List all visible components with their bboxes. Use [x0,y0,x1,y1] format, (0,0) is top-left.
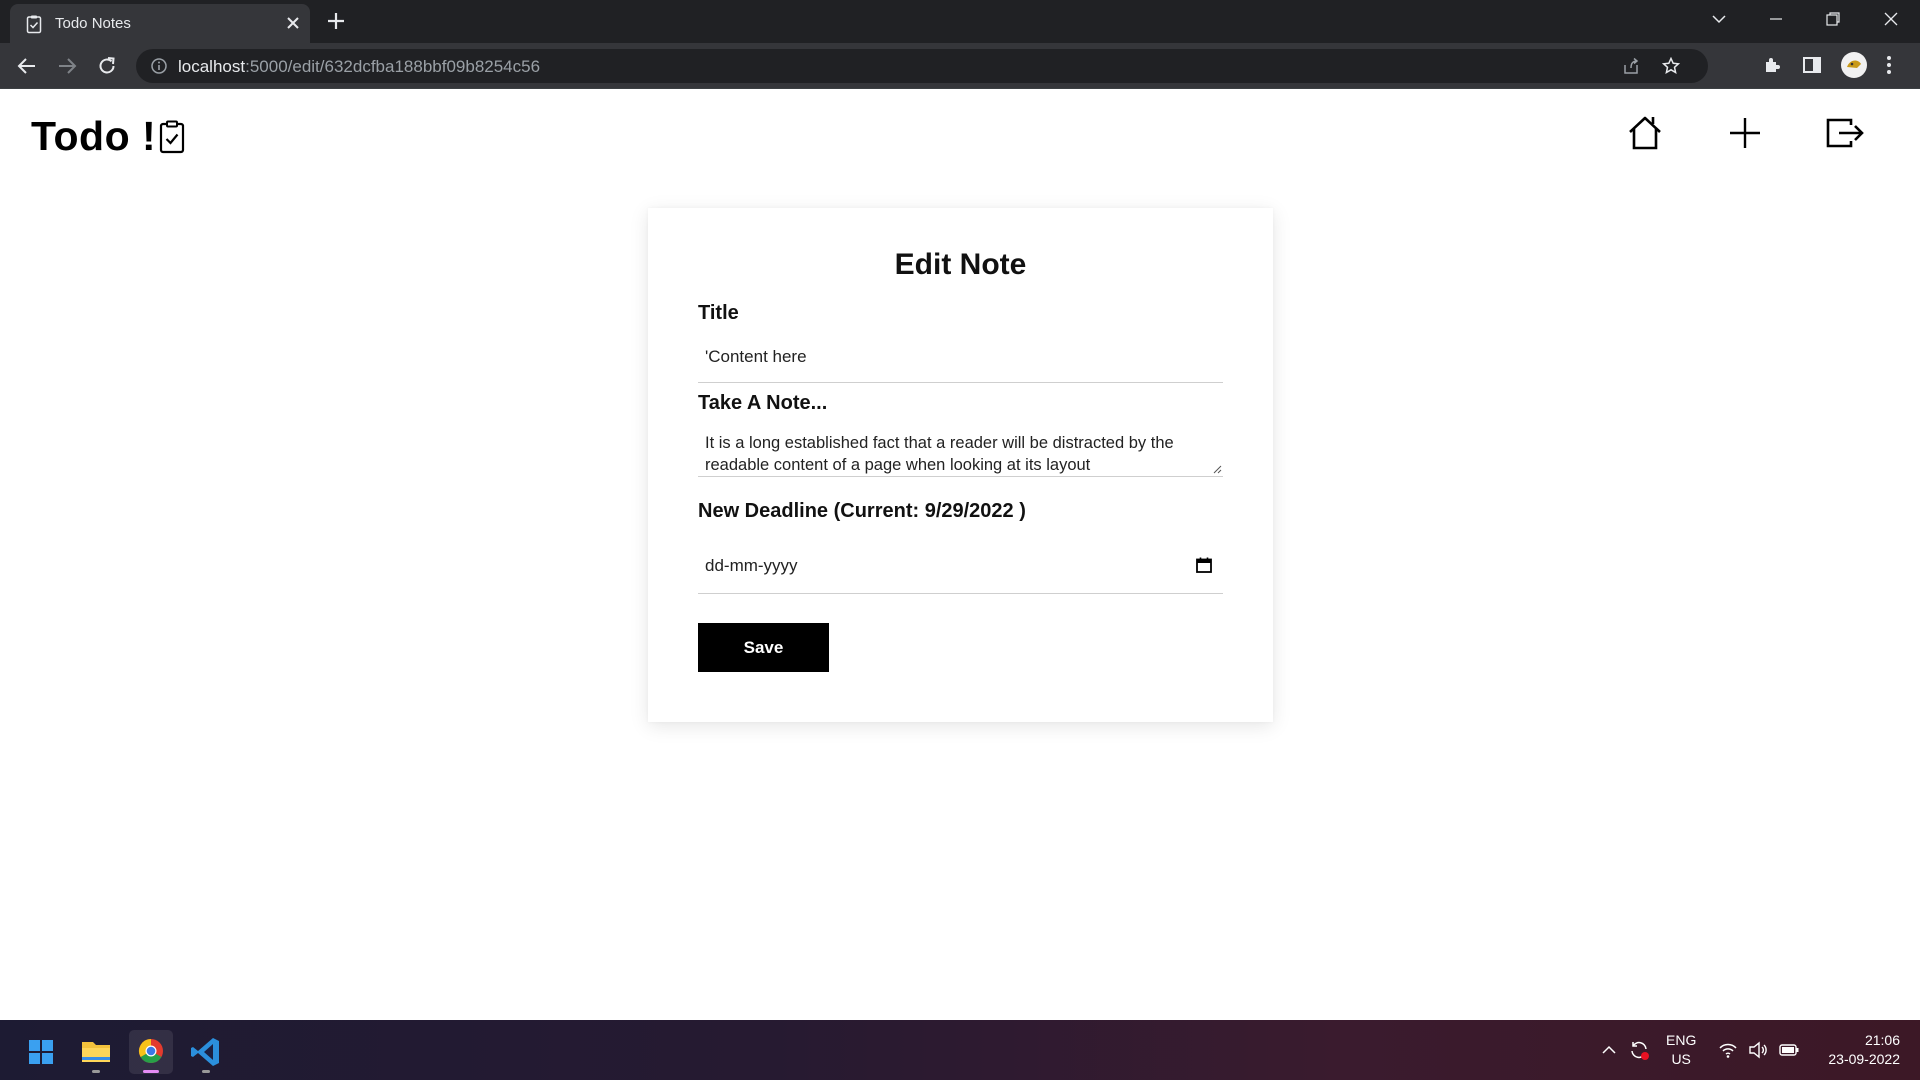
battery-icon[interactable] [1778,1040,1800,1060]
edit-note-card: Edit Note Title 'Content here Take A Not… [648,208,1273,722]
vscode-icon[interactable] [184,1030,228,1074]
bookmark-star-icon[interactable] [1662,57,1680,75]
date-placeholder: dd-mm-yyyy [705,556,798,575]
browser-toolbar: localhost:5000/edit/632dcfba188bbf09b825… [0,43,1920,89]
system-clock[interactable]: 21:06 23-09-2022 [1812,1031,1900,1069]
minimize-icon[interactable] [1767,10,1785,28]
clipboard-check-icon [26,14,42,34]
save-button[interactable]: Save [698,623,829,672]
note-label: Take A Note... [698,392,828,414]
forward-icon[interactable] [56,55,78,77]
show-hidden-icons-icon[interactable] [1600,1041,1618,1059]
close-tab-icon[interactable] [285,15,301,31]
home-icon[interactable] [1625,113,1665,153]
deadline-date-input[interactable]: dd-mm-yyyy [698,538,1223,594]
title-label: Title [698,302,739,324]
back-icon[interactable] [16,55,38,77]
language-code: ENG [1666,1032,1697,1048]
extensions-icon[interactable] [1762,55,1782,75]
url-text: localhost:5000/edit/632dcfba188bbf09b825… [178,57,540,77]
address-bar[interactable]: localhost:5000/edit/632dcfba188bbf09b825… [136,49,1708,83]
logout-icon[interactable] [1824,113,1866,153]
close-window-icon[interactable] [1882,10,1900,28]
calendar-icon[interactable] [1195,556,1213,574]
site-info-icon[interactable] [150,57,168,75]
region-code: US [1671,1051,1691,1067]
file-explorer-icon[interactable] [74,1030,118,1074]
sync-status-icon[interactable] [1628,1039,1650,1061]
tab-title: Todo Notes [55,15,131,32]
browser-tab[interactable]: Todo Notes [10,4,310,43]
taskbar: ENG US 21:06 23-09-2022 [0,1020,1920,1080]
reload-icon[interactable] [96,55,118,77]
chrome-taskbar-icon[interactable] [129,1030,173,1074]
browser-menu-icon[interactable] [1886,54,1892,76]
note-textarea-value: It is a long established fact that a rea… [705,434,1174,474]
tab-search-icon[interactable] [1710,10,1728,28]
profile-avatar[interactable] [1840,51,1868,79]
share-icon[interactable] [1622,57,1640,75]
toolbar-divider [0,88,1920,89]
windows-start-icon[interactable] [19,1030,63,1074]
restore-icon[interactable] [1824,10,1842,28]
resize-handle-icon[interactable] [1212,464,1222,474]
add-note-icon[interactable] [1725,113,1765,153]
page-title: Edit Note [894,248,1027,281]
url-path: :5000/edit/632dcfba188bbf09b8254c56 [245,57,541,76]
url-host: localhost [178,57,246,76]
note-textarea[interactable]: It is a long established fact that a rea… [698,424,1223,477]
language-indicator[interactable]: ENG US [1666,1031,1696,1069]
title-input-value: 'Content here [705,347,807,366]
deadline-label: New Deadline (Current: 9/29/2022 ) [698,500,1026,522]
wifi-icon[interactable] [1718,1040,1738,1060]
clock-date: 23-09-2022 [1828,1051,1900,1067]
volume-icon[interactable] [1748,1040,1768,1060]
new-tab-icon[interactable] [326,11,346,31]
brand-title: Todo ! [31,112,157,159]
title-input[interactable]: 'Content here [698,335,1223,383]
clipboard-check-icon [159,120,185,154]
clock-time: 21:06 [1864,1032,1900,1048]
brand-logo[interactable]: Todo ! [31,112,185,160]
side-panel-icon[interactable] [1802,55,1822,75]
browser-titlebar: Todo Notes [0,0,1920,43]
